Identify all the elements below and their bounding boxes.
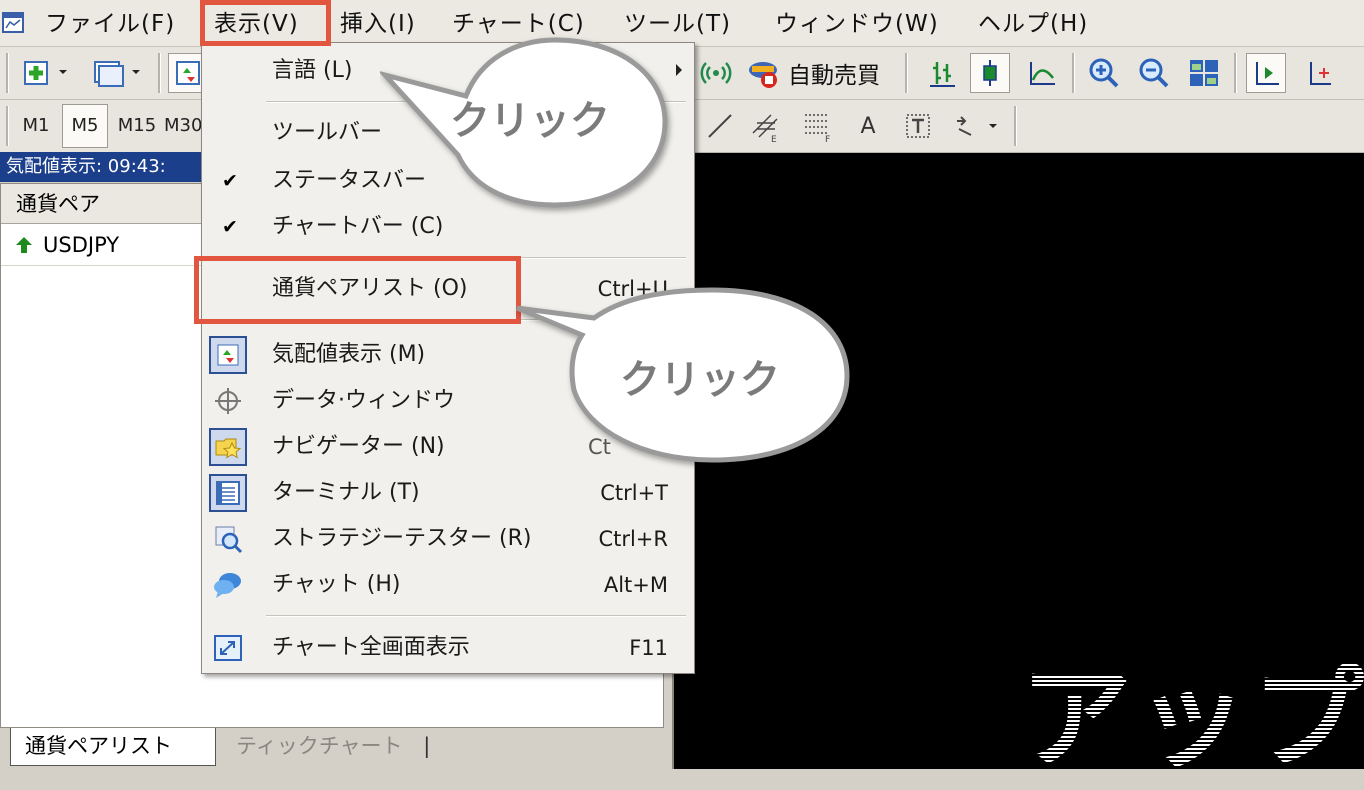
text-label-icon [906,114,930,138]
menu-item-label: 気配値表示 (M) [272,342,426,367]
profiles-icon [94,61,140,87]
channel-icon: E [752,114,778,143]
line-chart-icon [1030,62,1055,85]
menu-item-label: ツールバー [272,120,383,145]
tab-tick-chart[interactable]: ティックチャート | [222,728,462,766]
crosshair-icon [209,382,247,420]
market-watch-icon [176,61,200,85]
menu-window[interactable]: ウィンドウ(W) [775,0,939,46]
toolbar-separator [1072,53,1075,93]
zoom-out-button[interactable] [1134,53,1174,93]
symbol-name: USDJPY [43,233,120,257]
checkmark-icon: ✔ [222,170,238,192]
auto-trade-icon [749,62,777,88]
menu-item-label: チャット (H) [272,572,401,597]
market-watch-icon [209,336,247,374]
menu-item-shortcut: Ctrl+R [598,527,668,551]
profiles-button[interactable] [86,53,144,93]
terminal-icon [209,474,247,512]
menu-item-chat[interactable]: チャット (H) Alt+M [202,562,694,608]
zoom-in-button[interactable] [1084,53,1124,93]
trendline-button[interactable] [700,106,740,146]
auto-trade-label: 自動売買 [788,63,880,89]
toolbar-separator [158,53,161,93]
fibonacci-icon: F [805,114,830,143]
timeframe-m30-button[interactable]: M30 [164,104,202,148]
toolbar-separator [6,53,9,93]
toolbar-separator [1234,53,1237,93]
timeframe-m15-button[interactable]: M15 [112,104,162,148]
menu-item-label: ナビゲーター (N) [272,434,445,459]
toolbar-separator [905,53,908,93]
callout-bubble-2: クリック [516,287,850,463]
new-chart-button[interactable] [16,53,72,93]
equidistant-channel-button[interactable]: E [746,106,786,146]
toolbar-separator [1014,106,1017,146]
auto-trade-button[interactable]: 自動売買 [746,53,880,93]
chart-shift-button[interactable] [1298,53,1338,93]
svg-text:E: E [771,135,777,143]
menu-item-label: ターミナル (T) [272,480,420,505]
line-chart-button[interactable] [1022,53,1062,93]
text-label-button[interactable] [898,106,938,146]
menu-separator [266,615,686,617]
auto-scroll-icon [1256,62,1279,85]
signals-button[interactable] [696,53,736,93]
text-tool-button[interactable]: A [848,106,888,146]
menu-item-terminal[interactable]: ターミナル (T) Ctrl+T [202,470,694,516]
menu-item-shortcut: Alt+M [603,573,668,597]
menu-item-label: ストラテジーテスター (R) [272,526,532,551]
market-watch-title: 気配値表示: 09:43: [0,152,205,182]
bar-chart-icon [930,62,955,87]
bar-chart-button[interactable] [922,53,962,93]
candlestick-button[interactable] [970,53,1010,93]
zoom-out-icon [1139,58,1169,88]
highlight-symbols-item [194,256,521,324]
menu-help[interactable]: ヘルプ(H) [978,0,1088,46]
tab-divider: | [423,734,431,758]
menu-item-shortcut: F11 [629,636,668,660]
timeframe-m1-button[interactable]: M1 [14,104,58,148]
menu-item-fullscreen[interactable]: チャート全画面表示 F11 [202,625,694,671]
arrows-icon [957,116,997,136]
tile-windows-icon [1190,60,1218,86]
strategy-tester-icon [209,520,247,558]
menu-item-label: 言語 (L) [272,58,353,83]
signal-antenna-icon [700,62,732,84]
candlestick-icon [983,60,997,86]
menu-item-label: チャート全画面表示 [272,635,470,660]
trendline-icon [708,114,732,138]
callout-text: クリック [620,357,780,403]
fibonacci-button[interactable]: F [798,106,838,146]
tab-tick-chart-label: ティックチャート [236,734,403,758]
new-chart-icon [24,61,67,85]
callout-text: クリック [450,98,610,144]
tab-symbols[interactable]: 通貨ペアリスト [10,728,216,766]
fullscreen-icon [209,629,247,667]
checkmark-icon: ✔ [222,216,238,238]
arrows-dropdown-button[interactable] [948,106,1004,146]
app-icon [2,12,24,33]
chart-watermark-text: アップ [1020,628,1364,790]
menu-file[interactable]: ファイル(F) [45,0,175,46]
zoom-in-icon [1089,58,1119,88]
menu-item-label: データ·ウィンドウ [272,388,455,413]
chat-icon [209,566,247,604]
chart-shift-icon [1310,62,1331,85]
auto-scroll-button[interactable] [1246,53,1286,93]
callout-bubble-1: クリック [380,37,668,208]
highlight-view-menu [200,0,331,46]
price-up-arrow-icon [16,237,32,253]
navigator-folder-icon [209,428,247,466]
svg-text:F: F [825,135,830,143]
tile-windows-button[interactable] [1184,53,1224,93]
timeframe-m5-button[interactable]: M5 [62,104,108,148]
text-a-icon: A [860,113,876,139]
menu-item-strategy-tester[interactable]: ストラテジーテスター (R) Ctrl+R [202,516,694,562]
menu-item-shortcut: Ctrl+T [600,481,668,505]
toolbar-separator [6,106,9,146]
